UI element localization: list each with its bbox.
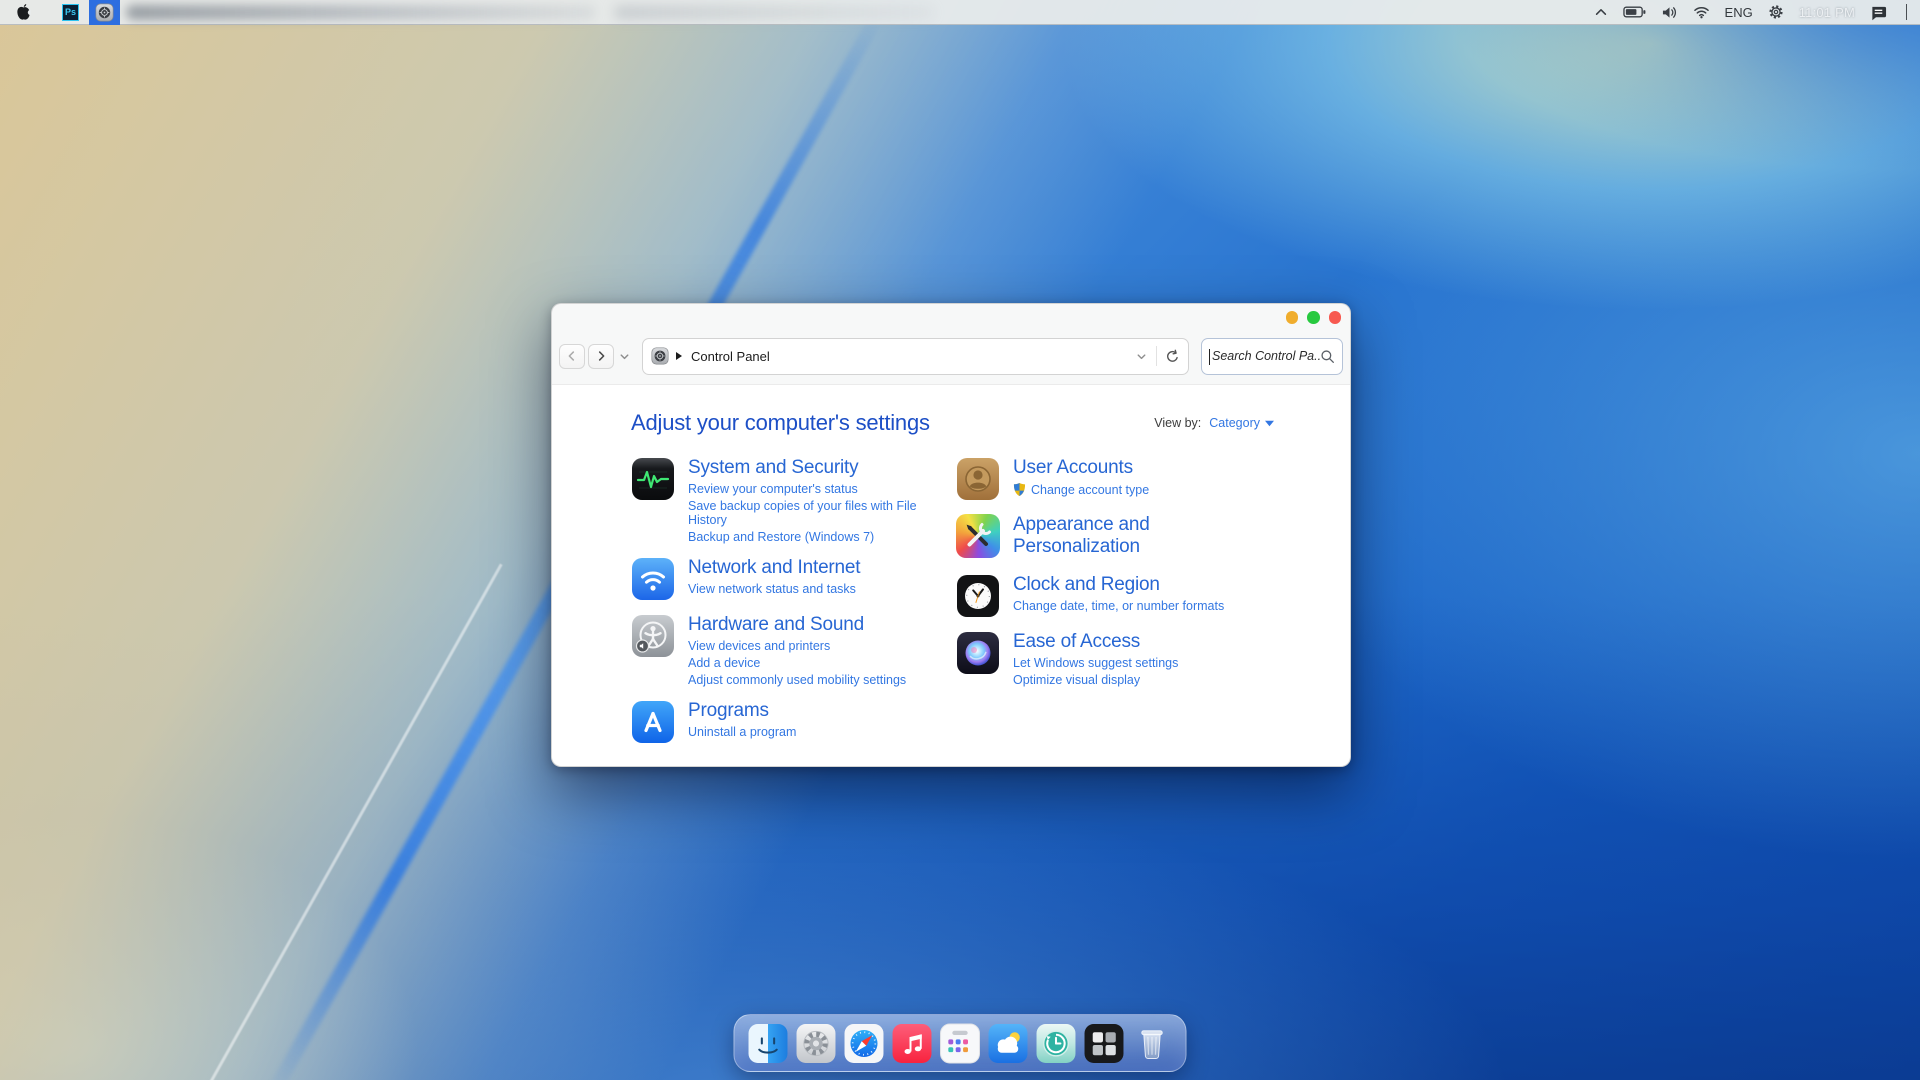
category-link[interactable]: Change account type xyxy=(1013,482,1149,497)
wifi-icon[interactable] xyxy=(1693,5,1710,19)
search-input[interactable] xyxy=(1209,349,1320,363)
category-item: Clock and Region Change date, time, or nu… xyxy=(956,574,1274,618)
dock-item-music[interactable] xyxy=(892,1023,933,1064)
control-panel-content: Adjust your computer's settings View by:… xyxy=(552,384,1350,766)
apple-menu-icon[interactable] xyxy=(12,3,34,21)
category-link[interactable]: View devices and printers xyxy=(688,639,906,653)
user-contacts-icon[interactable] xyxy=(956,457,1000,501)
category-link[interactable]: View network status and tasks xyxy=(688,582,860,596)
category-link[interactable]: Optimize visual display xyxy=(1013,673,1178,687)
appearance-tools-icon[interactable] xyxy=(956,514,1000,558)
category-title[interactable]: Ease of Access xyxy=(1013,631,1140,653)
dock-item-trash[interactable] xyxy=(1132,1023,1173,1064)
volume-icon[interactable] xyxy=(1661,5,1678,20)
settings-gear-icon[interactable] xyxy=(1768,4,1784,20)
search-box xyxy=(1201,338,1343,375)
siri-orb-icon[interactable] xyxy=(956,631,1000,675)
text-caret xyxy=(1209,349,1210,365)
minimize-button[interactable] xyxy=(1286,311,1299,324)
dock-item-weather[interactable] xyxy=(988,1023,1029,1064)
category-item: Network and Internet View network status … xyxy=(631,557,956,601)
dock xyxy=(734,1014,1187,1072)
chevron-down-icon xyxy=(618,350,631,363)
chevron-right-icon xyxy=(594,349,608,363)
categories-left-column: System and Security Review your computer'… xyxy=(631,457,956,757)
category-title[interactable]: User Accounts xyxy=(1013,457,1133,479)
category-link[interactable]: Backup and Restore (Windows 7) xyxy=(688,530,940,544)
app-store-icon[interactable] xyxy=(631,700,675,744)
view-by-dropdown[interactable]: Category xyxy=(1209,416,1274,430)
refresh-button[interactable] xyxy=(1165,349,1180,364)
category-title[interactable]: Hardware and Sound xyxy=(688,614,864,636)
uac-shield-icon xyxy=(1013,482,1026,497)
category-link[interactable]: Adjust commonly used mobility settings xyxy=(688,673,906,687)
address-separator xyxy=(1156,346,1157,366)
blurred-menu-items-2 xyxy=(614,6,934,19)
dock-item-app-tiles[interactable] xyxy=(1084,1023,1125,1064)
category-link[interactable]: Let Windows suggest settings xyxy=(1013,656,1178,670)
breadcrumb-arrow-icon xyxy=(676,352,682,360)
address-dropdown-icon[interactable] xyxy=(1135,350,1148,363)
network-wifi-icon[interactable] xyxy=(631,557,675,601)
chevron-left-icon xyxy=(565,349,579,363)
zoom-button[interactable] xyxy=(1307,311,1320,324)
apple-icon xyxy=(15,3,31,21)
forward-button[interactable] xyxy=(588,344,614,369)
category-title[interactable]: Network and Internet xyxy=(688,557,860,579)
clock-icon[interactable] xyxy=(956,574,1000,618)
menu-bar: Ps ENG 11:01 PM xyxy=(0,0,1920,25)
hardware-accessibility-icon[interactable] xyxy=(631,614,675,658)
address-bar[interactable]: Control Panel xyxy=(642,338,1189,375)
active-app-control-panel-icon[interactable] xyxy=(89,0,120,25)
back-button[interactable] xyxy=(559,344,585,369)
search-icon xyxy=(1320,349,1335,364)
window-toolbar: Control Panel xyxy=(552,331,1350,381)
view-by-label: View by: xyxy=(1154,416,1201,430)
chevron-up-icon[interactable] xyxy=(1594,5,1608,19)
categories-right-column: User Accounts Change account type Appearan… xyxy=(956,457,1274,757)
language-indicator[interactable]: ENG xyxy=(1725,5,1753,20)
activity-monitor-icon[interactable] xyxy=(631,457,675,501)
page-title: Adjust your computer's settings xyxy=(631,410,930,436)
category-title[interactable]: Programs xyxy=(688,700,769,722)
control-panel-window: Control Panel Adjust your computer's set… xyxy=(551,303,1351,767)
dock-item-system-preferences[interactable] xyxy=(796,1023,837,1064)
view-by-value: Category xyxy=(1209,416,1260,430)
close-button[interactable] xyxy=(1329,311,1342,324)
dock-item-finder[interactable] xyxy=(748,1023,789,1064)
dock-item-launchpad[interactable] xyxy=(940,1023,981,1064)
category-item: Programs Uninstall a program xyxy=(631,700,956,744)
category-item: Ease of Access Let Windows suggest settin… xyxy=(956,631,1274,687)
address-text: Control Panel xyxy=(691,349,770,364)
category-title[interactable]: Appearance and Personalization xyxy=(1013,514,1183,558)
category-title[interactable]: System and Security xyxy=(688,457,858,479)
category-link[interactable]: Review your computer's status xyxy=(688,482,940,496)
control-panel-address-icon xyxy=(651,347,669,365)
category-link[interactable]: Change date, time, or number formats xyxy=(1013,599,1224,613)
category-item: Hardware and Sound View devices and print… xyxy=(631,614,956,687)
photoshop-app-icon[interactable]: Ps xyxy=(62,4,79,21)
refresh-icon xyxy=(1165,349,1180,364)
notification-icon[interactable] xyxy=(1870,4,1887,21)
menu-bar-clock[interactable]: 11:01 PM xyxy=(1799,5,1855,20)
history-dropdown-button[interactable] xyxy=(618,350,631,363)
dock-item-time-machine[interactable] xyxy=(1036,1023,1077,1064)
traffic-lights xyxy=(1286,311,1342,324)
category-title[interactable]: Clock and Region xyxy=(1013,574,1160,596)
category-link[interactable]: Uninstall a program xyxy=(688,725,796,739)
category-link[interactable]: Add a device xyxy=(688,656,906,670)
menu-bar-divider xyxy=(1906,4,1907,20)
dropdown-caret-icon xyxy=(1265,420,1274,427)
category-link[interactable]: Save backup copies of your files with Fi… xyxy=(688,499,940,527)
category-item: System and Security Review your computer'… xyxy=(631,457,956,544)
category-item: User Accounts Change account type xyxy=(956,457,1274,501)
blurred-menu-items xyxy=(126,5,596,20)
category-item: Appearance and Personalization xyxy=(956,514,1274,561)
battery-icon[interactable] xyxy=(1623,5,1646,19)
dock-item-safari[interactable] xyxy=(844,1023,885,1064)
